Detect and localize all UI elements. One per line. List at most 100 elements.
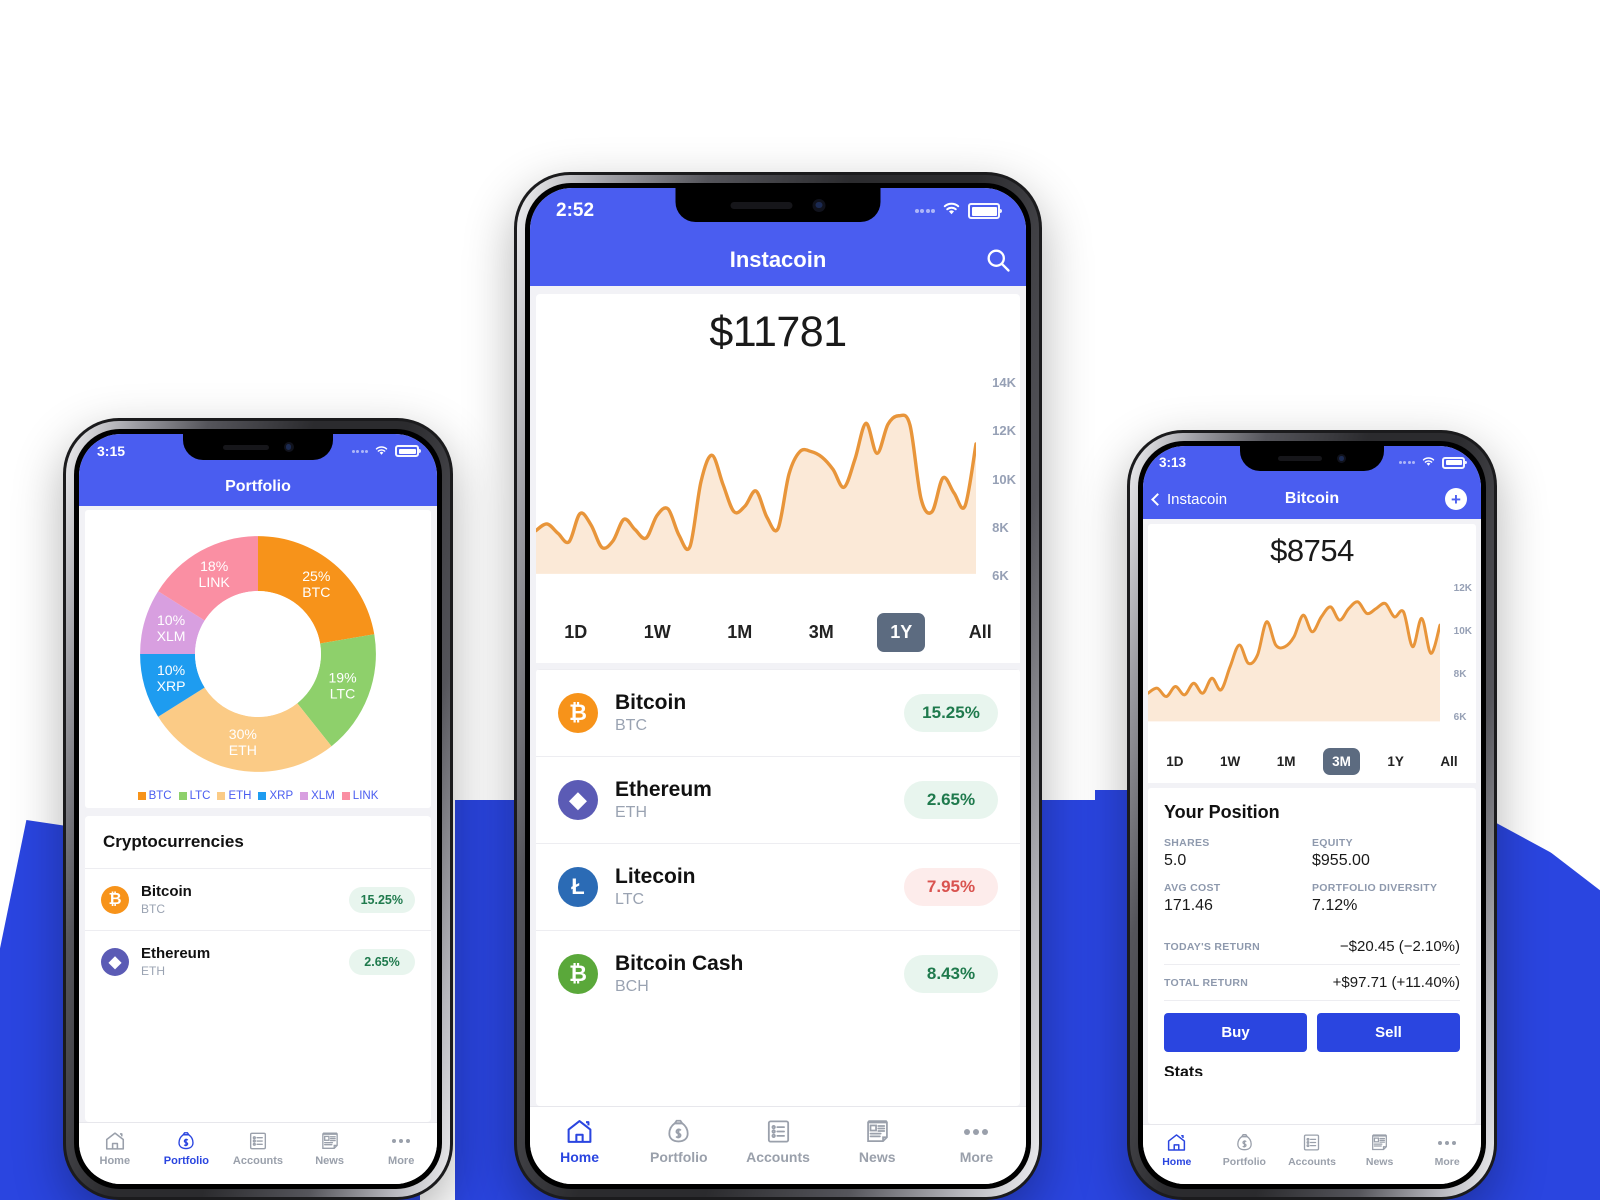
coin-name: Bitcoin: [141, 883, 192, 900]
coin-logo-eth-icon: ◆: [558, 780, 598, 820]
range-1d[interactable]: 1D: [1157, 748, 1192, 775]
phone-center: 2:52 Instacoin $11781 14K 12K 10K 8K 6K …: [514, 172, 1042, 1200]
y-tick-label: 12K: [992, 423, 1016, 439]
range-3m[interactable]: 3M: [1323, 747, 1360, 775]
donut-label-symbol: XLM: [157, 628, 186, 644]
add-button[interactable]: +: [1445, 488, 1467, 510]
chevron-left-icon: [1151, 492, 1164, 506]
coin-row[interactable]: Ł Litecoin LTC 7.95%: [536, 843, 1020, 930]
donut-label-symbol: ETH: [229, 742, 257, 758]
coin-symbol: BTC: [141, 902, 165, 916]
range-1y[interactable]: 1Y: [877, 612, 926, 652]
coin-text: Bitcoin BTC: [615, 691, 904, 735]
range-all[interactable]: All: [956, 613, 1005, 652]
legend-swatch: [258, 792, 267, 800]
y-tick-label: 6K: [1453, 712, 1467, 723]
tab-portfolio[interactable]: Portfolio: [1211, 1132, 1279, 1168]
tab-accounts[interactable]: Accounts: [728, 1117, 827, 1165]
tab-portfolio[interactable]: Portfolio: [629, 1117, 728, 1165]
coin-text: Bitcoin BTC: [141, 883, 349, 916]
sell-button[interactable]: Sell: [1317, 1013, 1460, 1052]
portfolio-donut-chart: 25% BTC 19% LTC 30% ETH 10% XRP 10% XLM 18% LINK: [123, 520, 393, 788]
avg-cost-value: 171.46: [1164, 897, 1213, 914]
tab-label: Accounts: [1288, 1156, 1336, 1168]
y-tick-label: 8K: [992, 519, 1009, 535]
money-bag-icon: [1234, 1132, 1255, 1153]
coin-text: Litecoin LTC: [615, 865, 904, 909]
page-title: Portfolio: [225, 478, 291, 495]
tab-bar-right[interactable]: Home Portfolio Accounts News More: [1143, 1124, 1481, 1184]
range-1w[interactable]: 1W: [1211, 748, 1249, 775]
tab-home[interactable]: Home: [1143, 1132, 1211, 1168]
tab-news[interactable]: News: [828, 1117, 927, 1165]
tab-label: More: [1434, 1156, 1460, 1168]
coin-row[interactable]: ◆ Ethereum ETH 2.65%: [536, 756, 1020, 843]
tab-accounts[interactable]: Accounts: [222, 1130, 294, 1167]
page-title: Bitcoin: [1284, 490, 1340, 507]
tab-label: Home: [560, 1149, 600, 1165]
range-all[interactable]: All: [1431, 748, 1466, 775]
buy-button[interactable]: Buy: [1164, 1013, 1307, 1052]
legend-label: XLM: [311, 790, 335, 802]
range-1d[interactable]: 1D: [551, 613, 600, 652]
legend-item: LINK: [341, 790, 378, 802]
range-selector[interactable]: 1D 1W 1M 3M 1Y All: [536, 601, 1020, 663]
back-button[interactable]: Instacoin: [1151, 491, 1227, 508]
tab-label: More: [959, 1149, 994, 1165]
legend-item: XLM: [300, 790, 335, 802]
donut-label-percent: 10%: [157, 612, 185, 628]
donut-label-symbol: XRP: [157, 678, 186, 694]
donut-legend: BTC LTC ETH XRP XLM LINK: [137, 790, 378, 802]
coin-name: Ethereum: [141, 945, 211, 962]
legend-swatch: [178, 792, 187, 800]
coin-symbol: BTC: [615, 717, 647, 734]
coin-logo-eth-icon: ◆: [101, 947, 129, 976]
tab-news[interactable]: News: [1346, 1132, 1414, 1168]
coin-row[interactable]: ◆ Ethereum ETH 2.65%: [85, 930, 431, 992]
total-return-row: TOTAL RETURN +$97.71 (+11.40%): [1164, 965, 1460, 1001]
status-time: 3:13: [1159, 455, 1187, 470]
coin-row[interactable]: ₿ Bitcoin BTC 15.25%: [85, 868, 431, 930]
nav-bar-left: Portfolio: [79, 468, 437, 506]
range-1m[interactable]: 1M: [714, 613, 765, 652]
tab-home[interactable]: Home: [530, 1117, 629, 1165]
legend-swatch: [217, 792, 226, 800]
tab-news[interactable]: News: [294, 1130, 366, 1167]
newspaper-icon: [863, 1117, 892, 1146]
tab-home[interactable]: Home: [79, 1130, 151, 1167]
tab-accounts[interactable]: Accounts: [1278, 1132, 1346, 1168]
coin-change-badge: 2.65%: [349, 948, 415, 975]
signal-icon: [1398, 461, 1415, 464]
newspaper-icon: [319, 1130, 341, 1152]
status-time: 2:52: [556, 200, 595, 221]
coin-row[interactable]: ₿ Bitcoin Cash BCH 8.43%: [536, 930, 1020, 1017]
range-1m[interactable]: 1M: [1268, 748, 1305, 775]
y-tick-label: 8K: [1453, 669, 1467, 680]
plus-icon: +: [1445, 488, 1467, 510]
coin-row[interactable]: ₿ Bitcoin BTC 15.25%: [536, 669, 1020, 756]
range-selector[interactable]: 1D 1W 1M 3M 1Y All: [1148, 739, 1476, 783]
range-1w[interactable]: 1W: [631, 613, 684, 652]
tab-bar-left[interactable]: Home Portfolio Accounts News More: [79, 1122, 437, 1184]
tab-more[interactable]: More: [927, 1117, 1026, 1165]
search-icon[interactable]: [984, 246, 1012, 274]
diversity-field: PORTFOLIO DIVERSITY 7.12%: [1312, 882, 1460, 915]
tab-label: News: [315, 1155, 344, 1167]
coin-symbol: ETH: [141, 964, 165, 978]
donut-label-symbol: BTC: [302, 584, 330, 600]
range-3m[interactable]: 3M: [796, 613, 847, 652]
more-dots-icon: [1438, 1132, 1457, 1153]
tab-label: Accounts: [746, 1149, 810, 1165]
tab-portfolio[interactable]: Portfolio: [151, 1130, 223, 1167]
more-dots-icon: [392, 1130, 411, 1152]
tab-more[interactable]: More: [365, 1130, 437, 1167]
tab-more[interactable]: More: [1413, 1132, 1481, 1168]
list-header: Cryptocurrencies: [85, 816, 431, 868]
tab-bar-center[interactable]: Home Portfolio Accounts News More: [530, 1106, 1026, 1184]
equity-value: $955.00: [1312, 852, 1370, 869]
legend-label: ETH: [228, 790, 252, 802]
coin-change-badge: 7.95%: [904, 868, 998, 906]
price-value: $8754: [1270, 533, 1354, 568]
range-1y[interactable]: 1Y: [1378, 748, 1413, 775]
coin-name: Ethereum: [615, 778, 712, 801]
